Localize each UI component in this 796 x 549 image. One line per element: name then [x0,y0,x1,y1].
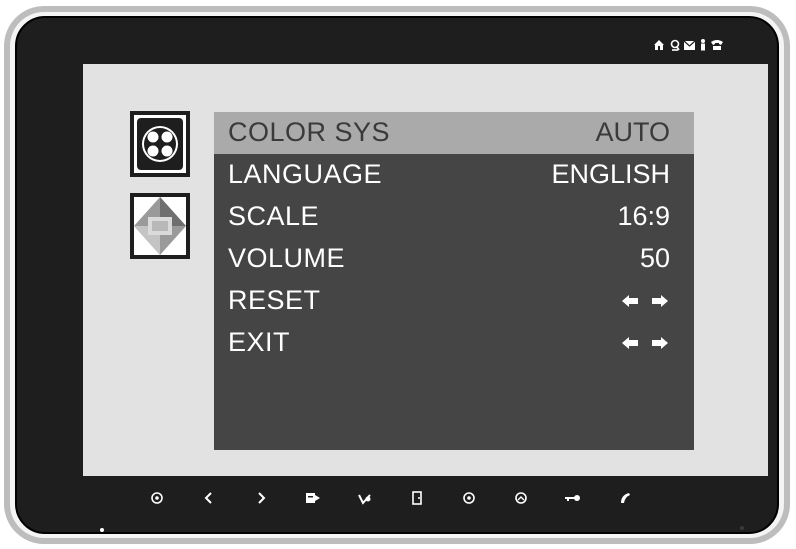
color-settings-icon[interactable] [130,111,190,177]
menu-item-language[interactable]: LANGUAGE ENGLISH [214,154,694,196]
camera-button[interactable] [509,488,533,508]
call-button[interactable] [613,488,637,508]
sensor-dot [740,526,744,530]
menu-item-value: ENGLISH [551,159,670,189]
ok-button[interactable] [457,488,481,508]
door-icon [412,491,422,505]
menu-button[interactable] [301,488,325,508]
status-led [100,528,104,532]
back-icon [358,494,371,505]
setup-settings-icon[interactable] [130,193,190,259]
chevron-left-icon [204,492,212,504]
home-icon [654,40,664,50]
unlock-button[interactable] [561,488,585,508]
menu-item-scale[interactable]: SCALE 16:9 [214,196,694,238]
menu-item-label: RESET [228,285,321,315]
chevron-right-icon [258,492,266,504]
menu-item-volume[interactable]: VOLUME 50 [214,238,694,280]
ok-icon [463,492,475,504]
lock-icon [670,39,680,51]
phone-icon [711,40,723,50]
settings-menu: COLOR SYS AUTO LANGUAGE ENGLISH SCALE 16… [214,112,694,450]
status-icon-bar [653,38,763,52]
menu-item-label: SCALE [228,201,320,231]
mail-icon [683,40,696,50]
menu-item-exit[interactable]: EXIT [214,322,694,364]
camera-icon [515,492,527,504]
left-right-arrows-icon [620,294,670,308]
menu-item-value: AUTO [595,117,670,147]
menu-item-reset[interactable]: RESET [214,280,694,322]
menu-item-label: VOLUME [228,243,346,273]
menu-icon [306,493,320,503]
key-icon [565,495,580,501]
power-button[interactable] [145,488,169,508]
door-button[interactable] [405,488,429,508]
power-icon [151,492,163,504]
back-button[interactable] [353,488,377,508]
right-button[interactable] [249,488,273,508]
menu-item-label: COLOR SYS [228,117,391,147]
phone-handset-icon [621,493,630,503]
menu-item-label: EXIT [228,327,291,357]
menu-item-value: 50 [639,243,670,273]
person-icon [701,39,705,51]
menu-item-label: LANGUAGE [228,159,383,189]
left-right-arrows-icon [620,336,670,350]
menu-item-color-sys[interactable]: COLOR SYS AUTO [214,112,694,154]
front-button-bar [145,488,685,508]
left-button[interactable] [197,488,221,508]
menu-item-value: 16:9 [617,201,670,231]
